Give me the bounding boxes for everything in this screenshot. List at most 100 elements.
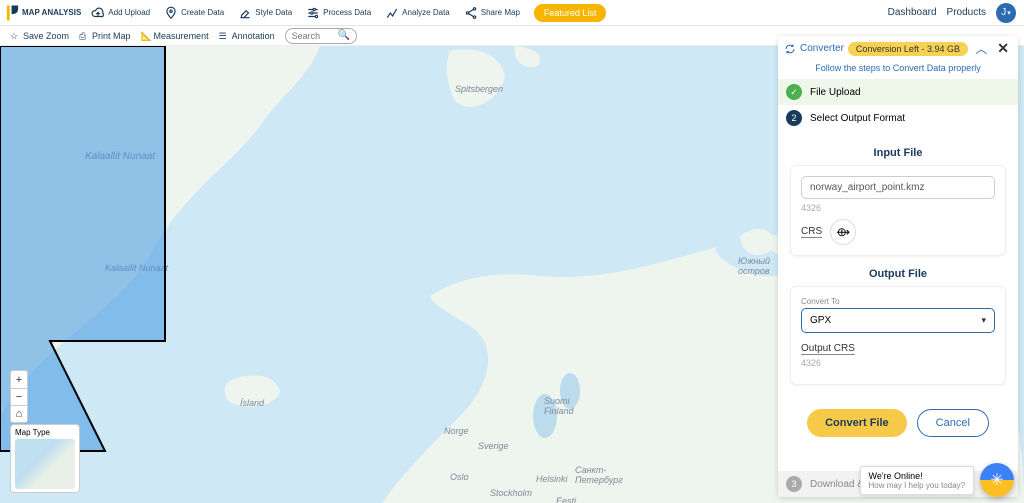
map-label-sverige: Sverige [478, 441, 509, 451]
pin-icon [164, 6, 178, 20]
save-zoom-button[interactable]: ☆ Save Zoom [10, 31, 69, 41]
zoom-out-button[interactable]: − [11, 388, 27, 405]
zoom-home-button[interactable]: ⌂ [11, 405, 27, 422]
nav-label: Process Data [323, 9, 371, 17]
chat-status-bubble[interactable]: We're Online! How may I help you today? [860, 466, 975, 495]
chat-online-text: We're Online! [869, 471, 966, 481]
nav-label: Add Upload [108, 9, 150, 17]
analytics-icon [385, 6, 399, 20]
nav-label: Create Data [181, 9, 224, 17]
output-file-card: Convert To GPX ▾ Output CRS 4326 [790, 286, 1006, 385]
brush-icon [238, 6, 252, 20]
avatar-initial: J [1001, 7, 1006, 18]
ruler-icon: 📐 [141, 31, 151, 41]
convert-file-button[interactable]: Convert File [807, 409, 907, 437]
map-label-iceland: Ísland [240, 398, 264, 408]
nav-label: Share Map [481, 9, 520, 17]
chat-launcher-button[interactable]: ✳ [980, 463, 1014, 497]
tool-label: Print Map [92, 31, 131, 41]
nav-create-data[interactable]: Create Data [158, 4, 230, 22]
tool-label: Save Zoom [23, 31, 69, 41]
map-label-yuzhny: Южный остров [738, 256, 778, 276]
output-crs-label[interactable]: Output CRS [801, 343, 855, 355]
nav-style-data[interactable]: Style Data [232, 4, 298, 22]
map-label-suomi: Suomi Finland [544, 396, 578, 416]
map-label-stockholm: Stockholm [490, 488, 532, 498]
input-file-heading: Input File [790, 147, 1006, 159]
note-icon: ☰ [219, 31, 229, 41]
converter-form: Input File norway_airport_point.kmz 4326… [778, 131, 1018, 471]
input-crs-code: 4326 [801, 203, 995, 213]
print-map-button[interactable]: ⎙ Print Map [79, 31, 131, 41]
map-label-norge: Norge [444, 426, 469, 436]
chevron-down-icon: ▾ [1007, 9, 1011, 17]
tool-label: Annotation [232, 31, 275, 41]
user-avatar[interactable]: J▾ [996, 3, 1016, 23]
input-file-card: norway_airport_point.kmz 4326 CRS ⟴ [790, 165, 1006, 256]
check-icon: ✓ [786, 84, 802, 100]
map-label-oslo: Oslo [450, 472, 469, 482]
converter-actions: Convert File Cancel [790, 397, 1006, 441]
output-format-select[interactable]: GPX ▾ [801, 308, 995, 333]
map-type-thumbnail [15, 439, 75, 489]
converter-header: Converter Conversion Left - 3.94 GB ︿ ✕ [778, 36, 1018, 61]
collapse-icon[interactable]: ︿ [972, 40, 990, 57]
map-label-stpetersburg: Санкт-Петербург [575, 465, 625, 485]
convert-to-label: Convert To [801, 297, 995, 306]
output-crs-code: 4326 [801, 358, 995, 368]
zoom-in-button[interactable]: + [11, 371, 27, 388]
crs-scan-button[interactable]: ⟴ [830, 219, 856, 245]
search-input[interactable] [292, 31, 334, 41]
step-select-output[interactable]: 2 Select Output Format [778, 105, 1018, 131]
main-nav: Add Upload Create Data Style Data Proces… [85, 4, 526, 22]
cloud-upload-icon [91, 6, 105, 20]
nav-add-upload[interactable]: Add Upload [85, 4, 156, 22]
top-bar: MAP ANALYSIS Add Upload Create Data Styl… [0, 0, 1024, 26]
products-link[interactable]: Products [947, 7, 986, 18]
input-filename[interactable]: norway_airport_point.kmz [801, 176, 995, 199]
zoom-controls: + − ⌂ [10, 370, 28, 423]
converter-panel: Converter Conversion Left - 3.94 GB ︿ ✕ … [778, 36, 1018, 497]
step-file-upload[interactable]: ✓ File Upload [778, 79, 1018, 105]
data-extent-polygon[interactable] [0, 46, 200, 466]
input-crs-label[interactable]: CRS [801, 226, 822, 238]
step-number-badge: 2 [786, 110, 802, 126]
star-icon: ☆ [10, 31, 20, 41]
output-file-heading: Output File [790, 268, 1006, 280]
map-label-nordaustlandet: Nordaustlandet [515, 46, 576, 48]
chat-widget: We're Online! How may I help you today? … [860, 463, 1015, 497]
chat-icon: ✳ [990, 470, 1003, 490]
right-nav: Dashboard Products J▾ [888, 3, 1024, 23]
nav-label: Style Data [255, 9, 292, 17]
cancel-button[interactable]: Cancel [917, 409, 989, 437]
sliders-icon [306, 6, 320, 20]
map-label-spitsbergen: Spitsbergen [455, 84, 503, 94]
close-icon[interactable]: ✕ [994, 40, 1012, 57]
nav-label: Analyze Data [402, 9, 450, 17]
step-number-badge: 3 [786, 476, 802, 492]
map-type-label: Map Type [15, 428, 50, 437]
print-icon: ⎙ [79, 31, 89, 41]
tool-label: Measurement [154, 31, 209, 41]
chevron-down-icon: ▾ [981, 315, 986, 326]
dashboard-link[interactable]: Dashboard [888, 7, 937, 18]
measurement-button[interactable]: 📐 Measurement [141, 31, 209, 41]
search-box[interactable]: 🔍 [285, 28, 357, 44]
map-label-helsinki: Helsinki [536, 474, 568, 484]
app-name: MAP ANALYSIS [20, 9, 81, 17]
refresh-icon [784, 43, 796, 55]
app-logo[interactable] [0, 0, 20, 26]
nav-analyze-data[interactable]: Analyze Data [379, 4, 456, 22]
featured-list-button[interactable]: Featured List [534, 4, 607, 22]
nav-share-map[interactable]: Share Map [458, 4, 526, 22]
map-type-selector[interactable]: Map Type [10, 424, 80, 493]
share-icon [464, 6, 478, 20]
search-icon: 🔍 [338, 30, 350, 41]
converter-subtext: Follow the steps to Convert Data properl… [778, 61, 1018, 79]
nav-process-data[interactable]: Process Data [300, 4, 377, 22]
conversion-quota-badge: Conversion Left - 3.94 GB [848, 42, 968, 56]
chat-help-text: How may I help you today? [869, 481, 966, 490]
output-format-value: GPX [810, 315, 831, 326]
map-label-eesti: Eesti [556, 496, 576, 503]
annotation-button[interactable]: ☰ Annotation [219, 31, 275, 41]
